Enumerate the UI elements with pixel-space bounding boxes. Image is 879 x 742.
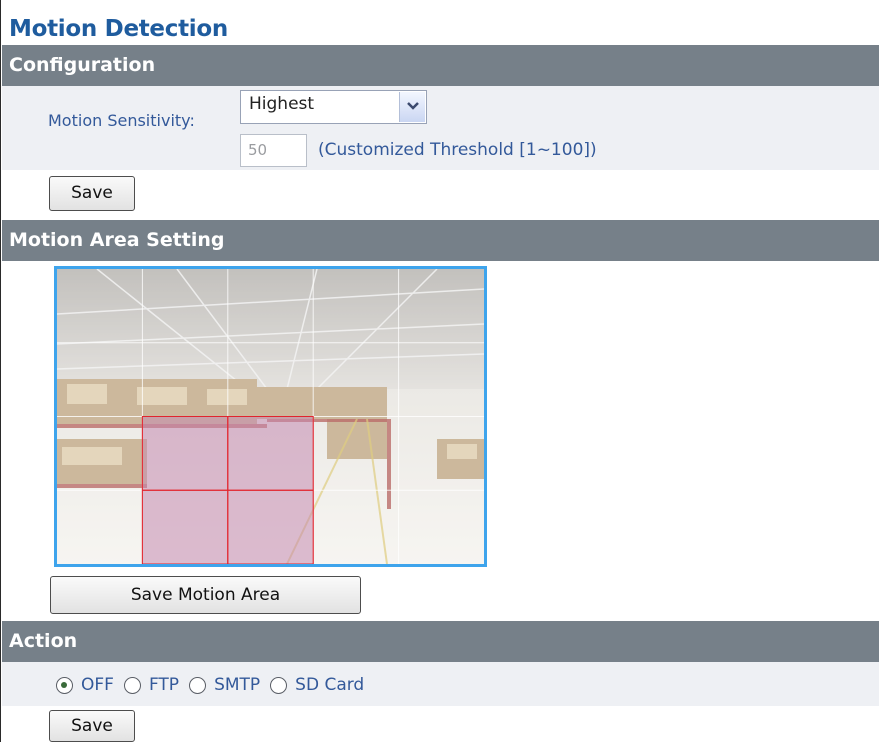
- selected-motion-cell[interactable]: [141, 416, 229, 491]
- sensitivity-select-value: Highest: [249, 94, 315, 114]
- action-header: Action: [2, 621, 879, 662]
- motion-area-header: Motion Area Setting: [2, 220, 879, 261]
- camera-preview[interactable]: [54, 266, 487, 567]
- action-radio-group: OFF FTP SMTP SD Card: [56, 672, 374, 698]
- save-motion-area-button[interactable]: Save Motion Area: [50, 576, 361, 614]
- warehouse-image: [57, 269, 484, 564]
- left-frame-border: [0, 0, 1, 742]
- radio-button[interactable]: [56, 676, 73, 694]
- motion-sensitivity-label: Motion Sensitivity:: [48, 111, 195, 130]
- threshold-hint: (Customized Threshold [1~100]): [318, 140, 597, 160]
- radio-off-label: OFF: [81, 675, 114, 695]
- radio-off[interactable]: OFF: [56, 675, 114, 695]
- radio-button[interactable]: [270, 676, 288, 694]
- radio-smtp-label: SMTP: [214, 675, 261, 695]
- selected-motion-cell[interactable]: [141, 489, 229, 564]
- selected-motion-cell[interactable]: [227, 489, 314, 564]
- save-action-button[interactable]: Save: [49, 710, 135, 742]
- radio-ftp[interactable]: FTP: [123, 675, 180, 695]
- radio-sd-card-label: SD Card: [295, 675, 365, 695]
- dropdown-button[interactable]: [399, 92, 425, 122]
- radio-smtp[interactable]: SMTP: [189, 675, 260, 695]
- radio-button[interactable]: [123, 676, 141, 694]
- chevron-down-icon: [407, 102, 419, 110]
- save-configuration-button[interactable]: Save: [49, 176, 135, 211]
- sensitivity-select[interactable]: Highest: [240, 90, 427, 124]
- configuration-header: Configuration: [2, 45, 879, 86]
- radio-button[interactable]: [189, 676, 207, 694]
- selected-motion-cell[interactable]: [227, 416, 314, 491]
- threshold-input[interactable]: 50: [240, 134, 307, 167]
- radio-ftp-label: FTP: [148, 675, 180, 695]
- page-title: Motion Detection: [9, 16, 228, 42]
- radio-sd-card[interactable]: SD Card: [270, 675, 364, 695]
